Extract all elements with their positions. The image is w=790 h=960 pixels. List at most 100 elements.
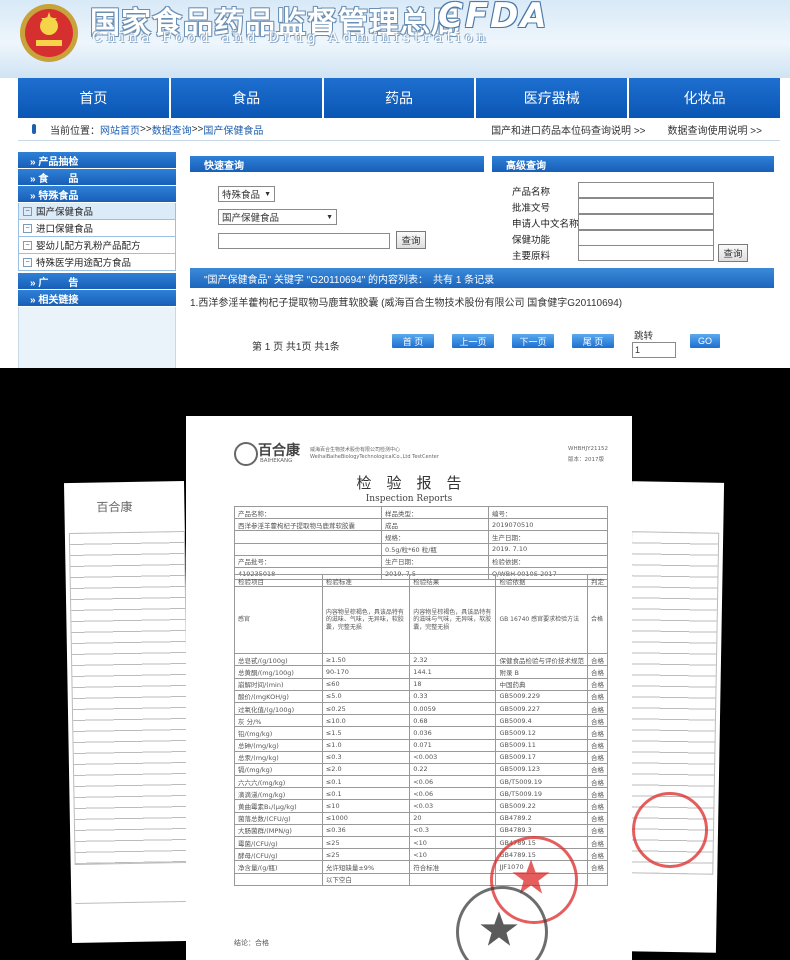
sidebar-category-special-food[interactable]: » 特殊食品: [18, 186, 176, 202]
report-version: 版本：2017版: [568, 457, 604, 463]
quick-search-input[interactable]: [218, 233, 390, 249]
nav-drugs[interactable]: 药品: [323, 78, 477, 118]
test-cell: GB5009.17: [495, 750, 588, 764]
test-row: 灰 分/% ≤10.0 0.68 GB5009.4 合格: [234, 714, 608, 728]
go-button[interactable]: GO: [690, 334, 720, 348]
nav-medical-devices[interactable]: 医疗器械: [476, 78, 630, 118]
main-ingredients-label: 主要原料: [512, 251, 551, 262]
test-cell: 144.1: [409, 665, 497, 679]
nav-home[interactable]: 首页: [18, 78, 171, 118]
first-page-button[interactable]: 首 页: [392, 334, 434, 348]
pager: 第 1 页 共1页 共1条 首 页 上一页 下一页 尾 页 跳转 1 GO: [190, 331, 774, 358]
test-cell: GB5009.12: [495, 726, 588, 740]
test-row: 菌落总数/(CFU/g) ≤1000 20 GB4789.2 合格: [234, 811, 608, 825]
breadcrumb-sep: >>: [140, 123, 152, 135]
report-page-right: [623, 481, 725, 953]
test-cell: <0.06: [409, 787, 497, 801]
quick-search-header: 快速查询: [190, 156, 484, 172]
site-title-en: China Food and Drug Administration: [92, 30, 491, 46]
sidebar-item-medical-formula[interactable]: − 特殊医学用途配方食品: [18, 254, 176, 271]
test-cell: 霉菌/(CFU/g): [234, 835, 323, 850]
test-cell: 合格: [587, 653, 608, 667]
test-cell: 合格: [587, 689, 608, 703]
test-cell: 合格: [587, 799, 608, 813]
test-cell: 18: [409, 677, 497, 691]
test-cell: <0.3: [409, 823, 497, 838]
test-cell: ≤10: [321, 799, 411, 813]
data-query-help-link[interactable]: 数据查询使用说明 >>: [668, 122, 762, 137]
info-cell: 规格：: [381, 530, 489, 544]
test-cell: 允许短缺量±9%: [321, 860, 411, 874]
nav-cosmetics[interactable]: 化妆品: [629, 78, 780, 118]
test-cell: GB5009.4: [495, 714, 588, 728]
breadcrumb-data-query[interactable]: 数据查询: [152, 122, 192, 137]
test-cell: ≤25: [321, 848, 411, 862]
category-select-value: 特殊食品: [222, 190, 261, 201]
breadcrumb-current[interactable]: 国产保健食品: [203, 122, 263, 137]
test-row: 六六六/(mg/kg) ≤0.1 <0.06 GB/T5009.19 合格: [234, 775, 608, 789]
sidebar-item-domestic-health-food[interactable]: − 国产保健食品: [18, 203, 176, 220]
emblem-icon: [20, 4, 78, 62]
product-name-label: 产品名称: [512, 187, 551, 198]
applicant-name-input[interactable]: [578, 214, 714, 230]
main-ingredients-input[interactable]: [578, 245, 714, 261]
prev-page-button[interactable]: 上一页: [452, 334, 494, 348]
star-icon: [480, 911, 518, 946]
test-cell: 大肠菌群/(MPN/g): [234, 823, 323, 838]
test-row: 总砷/(mg/kg) ≤1.0 0.071 GB5009.11 合格: [234, 738, 608, 752]
sidebar-category-links[interactable]: » 相关链接: [18, 290, 176, 306]
baihekang-logo-icon: [234, 442, 258, 466]
info-cell: 2019. 7.10: [488, 542, 608, 556]
test-cell: ≤0.36: [321, 823, 411, 838]
result-item[interactable]: 1.西洋参淫羊藿枸杞子提取物马鹿茸软胶囊 (威海百合生物技术股份有限公司 国食健…: [190, 294, 622, 309]
test-cell: 0.22: [409, 762, 497, 777]
breadcrumb-home[interactable]: 网站首页: [100, 122, 140, 137]
sidebar-item-imported-health-food[interactable]: − 进口保健食品: [18, 220, 176, 237]
category-select[interactable]: 特殊食品 ▼: [218, 186, 275, 202]
test-cell: <10: [409, 835, 497, 850]
test-cell: GB5009.123: [495, 762, 588, 777]
nav-food[interactable]: 食品: [170, 78, 324, 118]
test-cell: 合格: [587, 811, 608, 825]
test-cell: 滴滴涕/(mg/kg): [234, 787, 323, 801]
test-row: 黄曲霉素B₁/(μg/kg) ≤10 <0.03 GB5009.22 合格: [234, 799, 608, 813]
report-left-table: [68, 530, 191, 865]
health-function-input[interactable]: [578, 230, 714, 246]
test-cell: ≤0.25: [321, 701, 411, 716]
test-row: 总黄酮/(mg/100g) 90-170 144.1 附录 B 合格: [234, 665, 608, 679]
test-cell: 0.071: [409, 738, 497, 752]
test-cell: ≤1.0: [321, 738, 411, 752]
sidebar-category-sampling[interactable]: » 产品抽检: [18, 152, 176, 168]
test-header-cell: 检验标准: [321, 573, 411, 588]
test-row: 崩解时间/(min) ≤60 18 中国药典 合格: [234, 677, 608, 691]
drug-code-help-link[interactable]: 国产和进口药品本位码查询说明 >>: [491, 122, 645, 137]
sidebar-category-food[interactable]: » 食 品: [18, 169, 176, 185]
sidebar-category-ads[interactable]: » 广 告: [18, 273, 176, 289]
quick-search-button[interactable]: 查询: [396, 231, 426, 249]
last-page-button[interactable]: 尾 页: [572, 334, 614, 348]
goto-page-input[interactable]: 1: [632, 342, 676, 358]
test-cell: 总黄酮/(mg/100g): [234, 665, 323, 679]
test-header-cell: 检验结果: [409, 573, 497, 588]
test-row: 铅/(mg/kg) ≤1.5 0.036 GB5009.12 合格: [234, 726, 608, 740]
test-cell: ≤25: [321, 835, 411, 850]
test-cell: 六六六/(mg/kg): [234, 775, 323, 789]
approval-no-input[interactable]: [578, 198, 714, 214]
product-name-input[interactable]: [578, 182, 714, 198]
test-cell: 合格: [587, 750, 608, 764]
breadcrumb-prefix: 当前位置：: [50, 125, 100, 137]
test-cell: 过氧化值/(g/100g): [234, 701, 323, 716]
info-cell: 生产日期：: [381, 554, 489, 568]
database-select[interactable]: 国产保健食品 ▼: [218, 209, 337, 225]
test-cell: 合格: [587, 775, 608, 789]
report-doc-no: WHBHJY21152: [568, 446, 608, 452]
test-cell: 合格: [587, 823, 608, 838]
test-row: 总汞/(mg/kg) ≤0.3 <0.003 GB5009.17 合格: [234, 750, 608, 764]
test-cell: 总砷/(mg/kg): [234, 738, 323, 752]
next-page-button[interactable]: 下一页: [512, 334, 554, 348]
test-cell: 感官: [234, 586, 323, 655]
advanced-search-button[interactable]: 查询: [718, 244, 748, 262]
test-cell: 中国药典: [495, 677, 588, 691]
sidebar-item-infant-formula[interactable]: − 婴幼儿配方乳粉产品配方: [18, 237, 176, 254]
test-cell: 合格: [587, 665, 608, 679]
